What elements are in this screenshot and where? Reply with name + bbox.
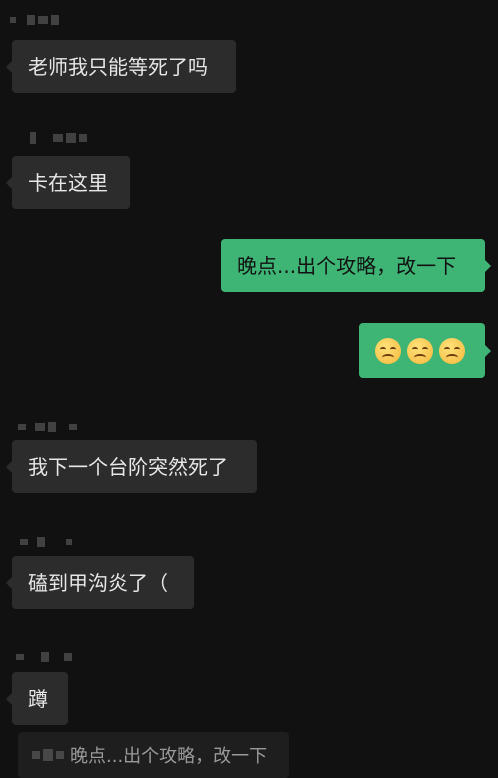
message-text: 晚点...出个攻略，改一下 <box>237 253 457 278</box>
sender-name-blurred <box>30 131 87 145</box>
message-bubble-incoming[interactable]: 磕到甲沟炎了（ <box>12 556 194 609</box>
quote-text: 晚点...出个攻略，改一下 <box>70 746 268 767</box>
quote-sender-blurred <box>32 749 64 761</box>
sender-name-blurred <box>18 420 77 434</box>
emoji-row <box>375 337 465 364</box>
message-bubble-outgoing[interactable] <box>359 323 485 378</box>
message-text: 卡在这里 <box>28 170 108 195</box>
sender-name-blurred <box>10 13 59 27</box>
message-bubble-incoming[interactable]: 我下一个台阶突然死了 <box>12 440 257 493</box>
weary-face-icon <box>375 337 401 364</box>
chat-window: 老师我只能等死了吗 卡在这里 晚点...出个攻略，改一下 我下一个台阶突然死了 … <box>0 0 498 778</box>
sender-name-blurred <box>16 650 72 664</box>
weary-face-icon <box>407 337 433 364</box>
message-text: 我下一个台阶突然死了 <box>28 454 228 479</box>
message-bubble-incoming[interactable]: 卡在这里 <box>12 156 130 209</box>
message-bubble-incoming[interactable]: 蹲 <box>12 672 68 725</box>
message-text: 蹲 <box>28 686 48 711</box>
message-text: 磕到甲沟炎了（ <box>28 570 168 595</box>
sender-name-blurred <box>20 535 72 549</box>
message-bubble-incoming[interactable]: 老师我只能等死了吗 <box>12 40 236 93</box>
message-text: 老师我只能等死了吗 <box>28 54 208 79</box>
quoted-message[interactable]: 晚点...出个攻略，改一下 <box>18 732 289 778</box>
weary-face-icon <box>439 337 465 364</box>
message-bubble-outgoing[interactable]: 晚点...出个攻略，改一下 <box>221 239 485 292</box>
